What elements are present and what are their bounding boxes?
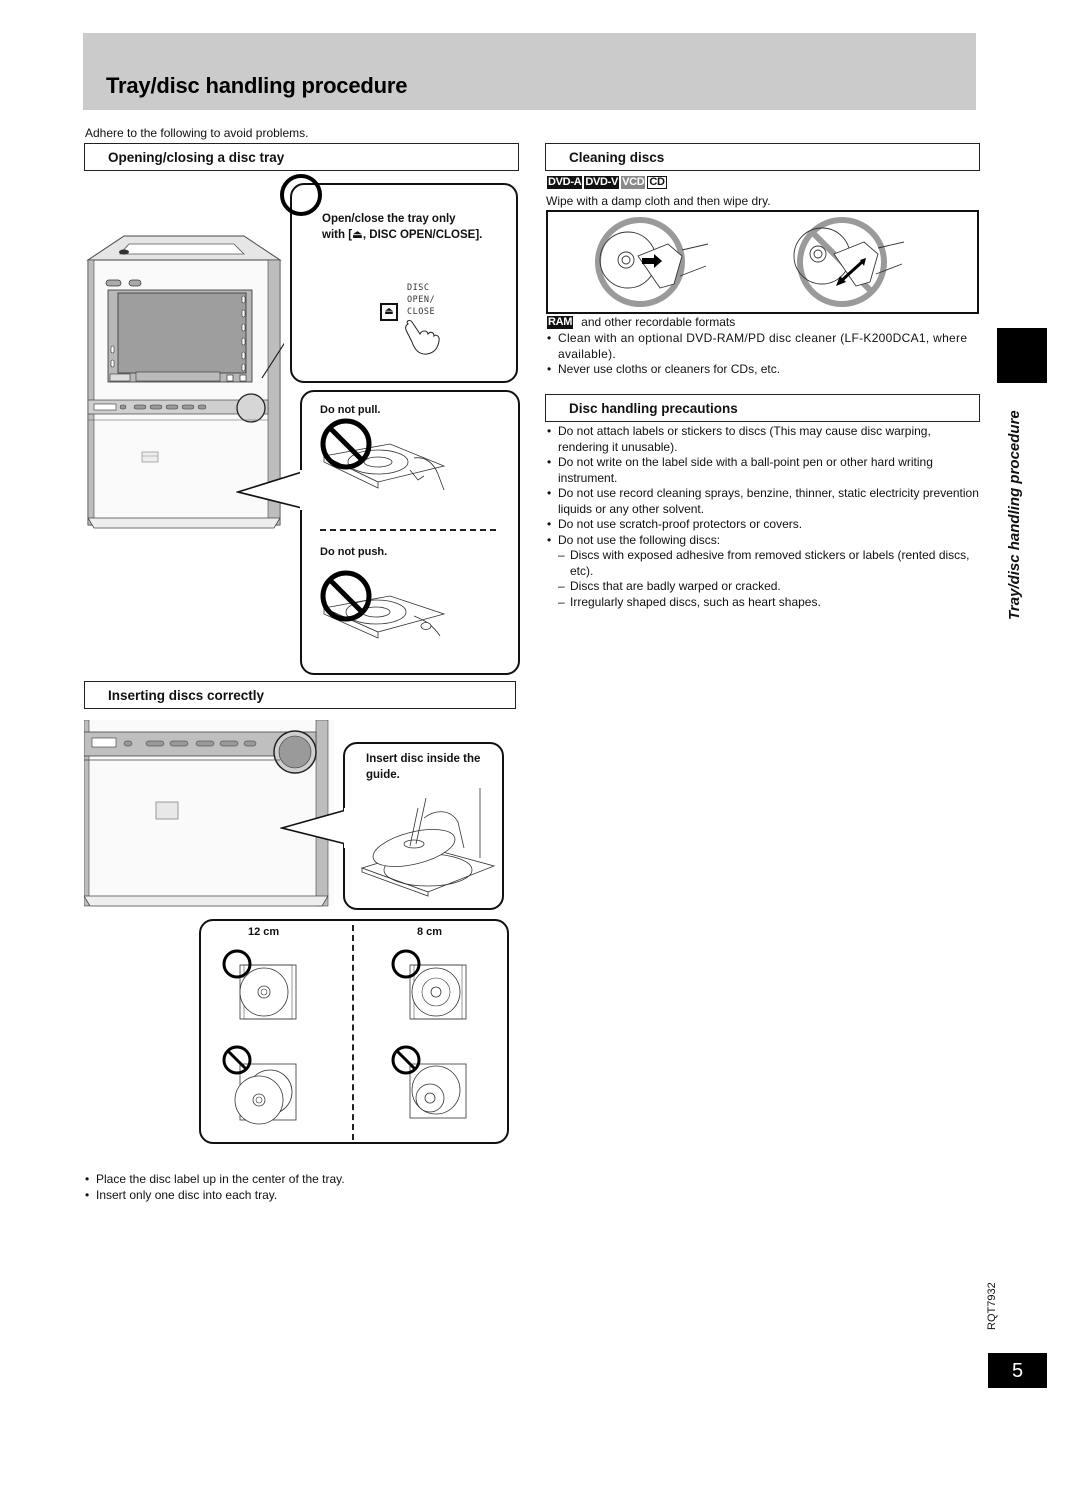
disc-open-close-label: DISC OPEN/ CLOSE	[407, 282, 435, 318]
precautions-list-container: Do not attach labels or stickers to disc…	[546, 424, 982, 610]
list-item: Do not write on the label side with a ba…	[546, 455, 982, 486]
disc-12cm-wrong	[234, 1063, 297, 1125]
list-item: Do not use the following discs:	[546, 533, 982, 549]
list-item: Do not use record cleaning sprays, benzi…	[546, 486, 982, 517]
format-badge-dvd-v: DVD-V	[584, 176, 620, 189]
section-heading-text: Opening/closing a disc tray	[108, 150, 285, 165]
ram-cleaning-list: Clean with an optional DVD-RAM/PD disc c…	[546, 331, 982, 378]
page-number: 5	[988, 1353, 1047, 1388]
title-bar: Tray/disc handling procedure	[83, 33, 976, 110]
ok-circle-icon	[280, 174, 322, 216]
do-not-pull-label: Do not pull.	[320, 404, 381, 416]
callout-insert-text: Insert disc inside the guide.	[366, 751, 480, 783]
list-item: Insert only one disc into each tray.	[84, 1188, 504, 1204]
section-heading-cleaning: Cleaning discs	[545, 143, 980, 171]
section-tab-marker	[997, 328, 1047, 383]
wipe-correct-illustration	[595, 217, 709, 307]
format-badge-dvd-a: DVD-A	[547, 176, 583, 189]
volume-knob-illustration	[236, 393, 266, 423]
prohibited-icon	[320, 418, 372, 470]
label-line: CLOSE	[407, 307, 436, 317]
list-item: Clean with an optional DVD-RAM/PD disc c…	[546, 331, 982, 362]
list-item: Place the disc label up in the center of…	[84, 1172, 504, 1188]
callout-pointer	[236, 470, 304, 510]
disallowed-discs-list: Discs with exposed adhesive from removed…	[546, 548, 982, 610]
list-item: Discs that are badly warped or cracked.	[546, 579, 982, 595]
precautions-list: Do not attach labels or stickers to disc…	[546, 424, 982, 548]
callout-line: Open/close the tray only	[322, 213, 456, 225]
cleaning-instruction: Wipe with a damp cloth and then wipe dry…	[546, 194, 771, 208]
list-item: Discs with exposed adhesive from removed…	[546, 548, 982, 579]
section-heading-text: Inserting discs correctly	[108, 688, 265, 703]
size-label-12cm: 12 cm	[248, 926, 280, 938]
side-tab-label: Tray/disc handling procedure	[1006, 410, 1023, 620]
ok-circle-icon	[391, 949, 421, 979]
do-not-push-label: Do not push.	[320, 546, 388, 558]
prohibited-icon	[320, 570, 372, 622]
pressing-hand-icon	[405, 320, 440, 355]
disc-placement-diagrams	[222, 949, 467, 1125]
ram-line: RAM and other recordable formats	[547, 315, 735, 331]
wipe-wrong-illustration	[793, 217, 905, 307]
callout-line: guide.	[366, 769, 400, 781]
callout-pointer	[280, 808, 348, 848]
format-badge-vcd: VCD	[621, 176, 646, 189]
section-heading-text: Disc handling precautions	[569, 401, 738, 416]
disc-12cm-correct	[239, 964, 297, 1020]
disc-8cm-wrong	[409, 1063, 467, 1119]
disc-8cm-correct	[409, 964, 467, 1020]
prohibited-icon	[222, 1045, 252, 1075]
label-line: OPEN/	[407, 295, 436, 305]
section-heading-inserting: Inserting discs correctly	[84, 681, 516, 709]
disc-insert-illustration	[360, 788, 496, 897]
disc-open-close-button: ⏏	[380, 303, 398, 321]
callout-line: with [⏏, DISC OPEN/CLOSE].	[322, 229, 483, 241]
list-item: Do not use scratch-proof protectors or c…	[546, 517, 982, 533]
section-heading-text: Cleaning discs	[569, 150, 665, 165]
document-code: RQT7932	[986, 1282, 998, 1330]
section-heading-precautions: Disc handling precautions	[545, 394, 980, 422]
insert-notes-list: Place the disc label up in the center of…	[84, 1172, 504, 1203]
prohibited-icon	[391, 1045, 421, 1075]
format-badge-ram: RAM	[547, 316, 574, 330]
format-badge-cd: CD	[647, 176, 667, 189]
ok-circle-icon	[222, 949, 252, 979]
power-button-illustration	[105, 279, 122, 287]
callout-line: Insert disc inside the	[366, 753, 481, 765]
size-label-8cm: 8 cm	[417, 926, 443, 938]
divider-dashed	[320, 529, 496, 531]
section-heading-opening-closing: Opening/closing a disc tray	[84, 143, 519, 171]
list-item: Irregularly shaped discs, such as heart …	[546, 595, 982, 611]
list-item: Never use cloths or cleaners for CDs, et…	[546, 362, 982, 378]
eject-icon: ⏏	[384, 306, 394, 317]
page-title: Tray/disc handling procedure	[106, 73, 408, 98]
disc-format-badges: DVD-A DVD-V VCD CD	[547, 176, 667, 189]
tray-slot-illustration	[135, 371, 221, 382]
label-line: DISC	[407, 283, 430, 293]
callout-open-close-text: Open/close the tray only with [⏏, DISC O…	[322, 211, 482, 243]
list-item: Do not attach labels or stickers to disc…	[546, 424, 982, 455]
ram-text: and other recordable formats	[581, 315, 736, 329]
display-screen-illustration	[117, 292, 247, 374]
intro-text: Adhere to the following to avoid problem…	[85, 126, 309, 140]
